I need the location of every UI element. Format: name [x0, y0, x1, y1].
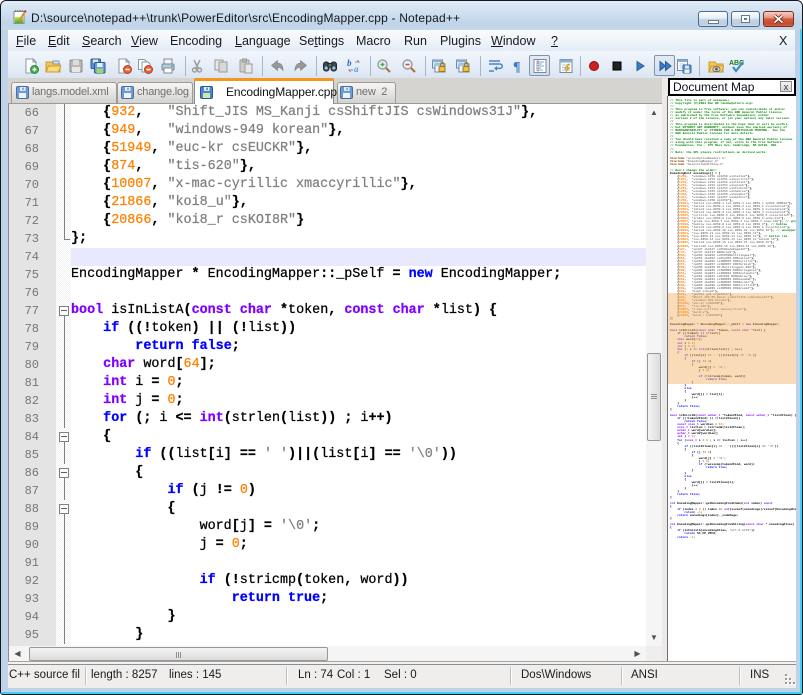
svg-text:¶: ¶: [513, 60, 521, 74]
svg-text:b: b: [347, 58, 352, 68]
svg-text:a: a: [354, 64, 359, 74]
